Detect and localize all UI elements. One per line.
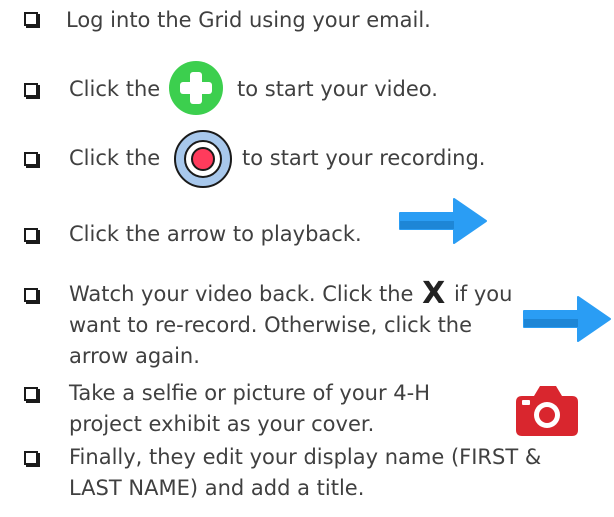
item-text-after: to start your recording. [242, 146, 486, 170]
item-text-line1-after: if you [453, 282, 513, 306]
checkbox[interactable] [24, 387, 38, 401]
item-text-line3: arrow again. [69, 344, 200, 368]
checkbox[interactable] [24, 152, 38, 166]
arrow-right-icon [520, 293, 614, 349]
item-text-before: Click the [69, 77, 161, 101]
checkbox[interactable] [24, 228, 38, 242]
item-text-line1-before: Watch your video back. Click the [69, 282, 414, 306]
plus-icon [168, 60, 224, 120]
x-label: X [422, 276, 446, 311]
item-text-line2: want to re-record. Otherwise, click the [69, 313, 473, 337]
camera-icon [514, 380, 580, 442]
checkbox[interactable] [24, 83, 38, 97]
item-text-before: Click the [69, 146, 161, 170]
arrow-right-icon [396, 195, 490, 251]
checkbox[interactable] [24, 288, 38, 302]
item-text-line1: Finally, they edit your display name (FI… [69, 445, 542, 469]
item-text-line1: Take a selfie or picture of your 4-H [69, 381, 431, 405]
item-text-line2: project exhibit as your cover. [69, 412, 375, 436]
record-icon [173, 129, 233, 193]
item-text-after: to start your video. [237, 77, 438, 101]
item-text-line1: Watch your video back. Click the X if yo… [69, 279, 512, 309]
checkbox[interactable] [24, 12, 38, 26]
item-text: Click the arrow to playback. [69, 222, 362, 246]
item-text-line2: LAST NAME) and add a title. [69, 476, 365, 500]
item-text: Log into the Grid using your email. [66, 8, 431, 32]
checkbox[interactable] [24, 451, 38, 465]
